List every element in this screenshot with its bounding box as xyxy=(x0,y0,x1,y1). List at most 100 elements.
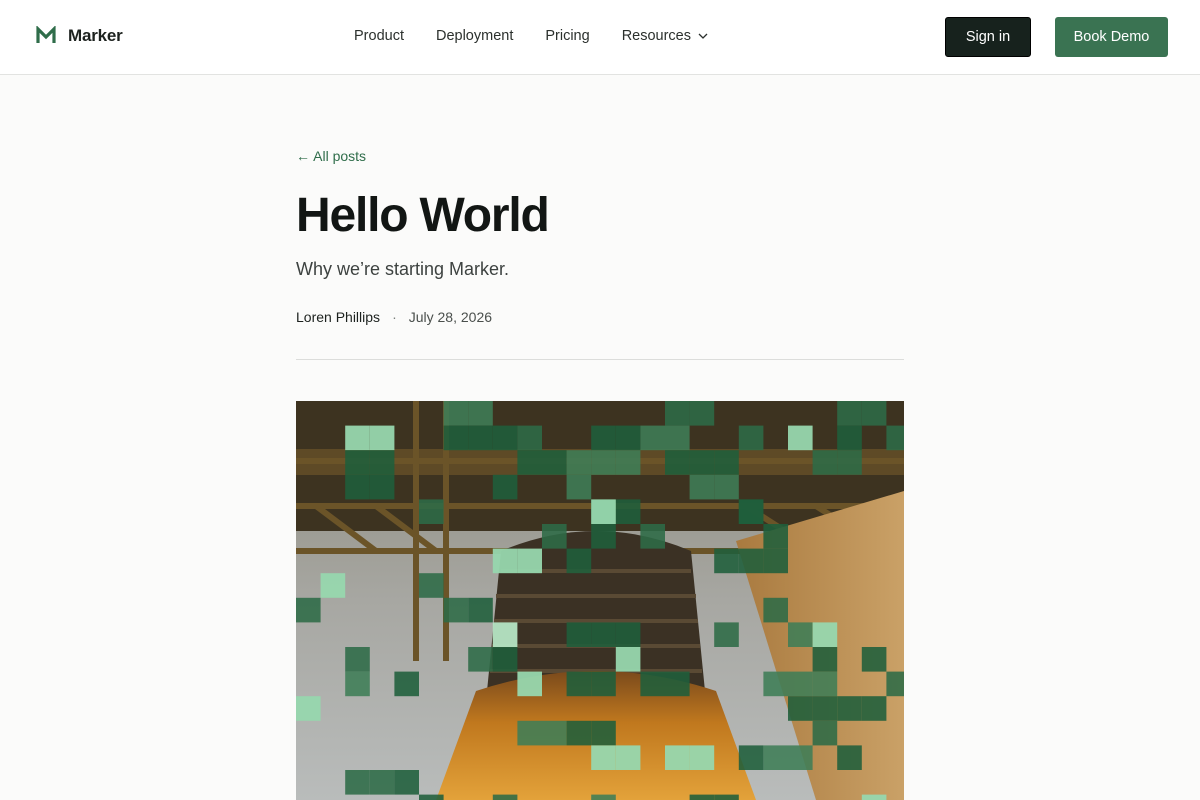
mosaic-tile xyxy=(640,524,665,549)
mosaic-tile xyxy=(689,401,715,426)
mosaic-tile xyxy=(640,425,665,451)
mosaic-tile xyxy=(591,524,616,549)
mosaic-tile xyxy=(689,450,715,475)
mosaic-tile xyxy=(788,425,813,451)
mosaic-tile xyxy=(615,499,641,524)
mosaic-tile xyxy=(837,401,862,426)
mosaic-tile xyxy=(591,794,616,800)
mosaic-tile xyxy=(615,622,641,647)
mosaic-tile xyxy=(689,474,715,500)
mosaic-tile xyxy=(345,474,370,500)
mosaic-tile xyxy=(443,401,469,426)
nav-item-product[interactable]: Product xyxy=(354,28,404,44)
mosaic-tile xyxy=(738,745,764,770)
mosaic-tile xyxy=(468,597,493,623)
mosaic-tile xyxy=(763,671,788,697)
mosaic-tile xyxy=(615,647,641,672)
mosaic-tile xyxy=(714,450,739,475)
mosaic-tile xyxy=(468,647,493,672)
mosaic-tile xyxy=(542,524,567,549)
mosaic-tile xyxy=(419,499,444,524)
mosaic-tile xyxy=(763,745,788,770)
mosaic-tile xyxy=(566,474,592,500)
meta-separator: · xyxy=(392,309,397,325)
mosaic-tile xyxy=(591,720,616,746)
mosaic-tile xyxy=(492,794,518,800)
nav-item-pricing[interactable]: Pricing xyxy=(545,28,589,44)
mosaic-tile xyxy=(615,450,641,475)
mosaic-tile xyxy=(714,622,739,647)
mosaic-tile xyxy=(591,745,616,770)
mosaic-tile xyxy=(296,597,321,623)
mosaic-tile xyxy=(492,474,518,500)
mosaic-tile xyxy=(492,425,518,451)
post-title: Hello World xyxy=(296,189,550,242)
brand-name: Marker xyxy=(68,26,123,45)
mosaic-tile xyxy=(812,720,838,746)
post-meta: Loren Phillips · July 28, 2026 xyxy=(296,309,492,325)
mosaic-tile xyxy=(738,548,764,574)
mosaic-tile xyxy=(788,745,813,770)
mosaic-tile xyxy=(591,450,616,475)
chevron-down-icon xyxy=(698,33,708,39)
mosaic-tile xyxy=(788,671,813,697)
mosaic-tile xyxy=(517,548,542,574)
nav-item-resources[interactable]: Resources xyxy=(622,28,709,44)
hero-image xyxy=(296,401,904,800)
mosaic-tile xyxy=(296,696,321,721)
mosaic-tile xyxy=(369,474,395,500)
mosaic-tile xyxy=(861,696,887,721)
mosaic-tile xyxy=(886,671,904,697)
mosaic-tile xyxy=(345,450,370,475)
mosaic-tile xyxy=(517,450,542,475)
mosaic-tile xyxy=(443,597,469,623)
mosaic-tile xyxy=(812,647,838,672)
divider xyxy=(296,359,904,360)
mosaic-tile xyxy=(345,671,370,697)
mosaic-tile xyxy=(492,548,518,574)
mosaic-tile xyxy=(566,450,592,475)
mosaic-tile xyxy=(738,425,764,451)
mosaic-tile xyxy=(763,597,788,623)
mosaic-tile xyxy=(714,794,739,800)
mosaic-tile xyxy=(443,425,469,451)
mosaic-tile xyxy=(591,425,616,451)
mosaic-tile xyxy=(615,425,641,451)
mosaic-tile xyxy=(812,696,838,721)
mosaic-tile xyxy=(345,770,370,795)
book-demo-button[interactable]: Book Demo xyxy=(1055,17,1168,57)
mosaic-tile xyxy=(665,401,690,426)
mosaic-tile xyxy=(837,745,862,770)
mosaic-tile xyxy=(886,425,904,451)
mosaic-tile xyxy=(369,770,395,795)
sign-in-button[interactable]: Sign in xyxy=(945,17,1031,57)
mosaic-tile xyxy=(812,622,838,647)
mosaic-tile xyxy=(517,720,542,746)
mosaic-tile xyxy=(714,474,739,500)
mosaic-tile xyxy=(665,671,690,697)
nav-item-resources-label: Resources xyxy=(621,28,691,44)
nav-item-deployment[interactable]: Deployment xyxy=(436,28,513,44)
brand-logo[interactable]: Marker xyxy=(36,26,123,46)
all-posts-link[interactable]: ← All posts xyxy=(296,148,366,164)
mosaic-tile xyxy=(812,671,838,697)
mosaic-tile xyxy=(566,622,592,647)
mosaic-tile xyxy=(640,671,665,697)
mosaic-tile xyxy=(394,671,419,697)
mosaic-tile xyxy=(763,524,788,549)
mosaic-tile xyxy=(566,671,592,697)
mosaic-tile xyxy=(468,425,493,451)
post-subtitle: Why we’re starting Marker. xyxy=(296,259,510,279)
mosaic-tile xyxy=(738,499,764,524)
mosaic-tile xyxy=(665,745,690,770)
mosaic-tile xyxy=(419,794,444,800)
mosaic-tile xyxy=(837,450,862,475)
mosaic-tile xyxy=(788,622,813,647)
mosaic-tile xyxy=(345,425,370,451)
mosaic-tile xyxy=(517,671,542,697)
mosaic-tile xyxy=(566,720,592,746)
m-logo-icon xyxy=(36,26,56,43)
hero-image-graphic xyxy=(296,401,904,800)
mosaic-tile xyxy=(861,794,887,800)
mosaic-tile xyxy=(689,745,715,770)
